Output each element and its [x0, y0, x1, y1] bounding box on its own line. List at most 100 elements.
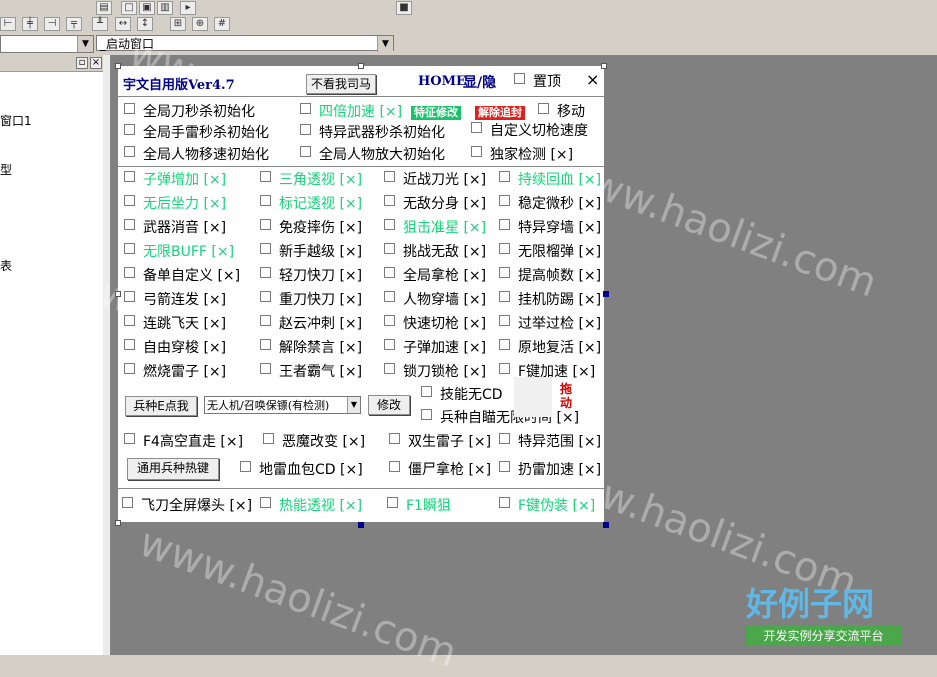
- checkbox-box[interactable]: [421, 385, 432, 397]
- checkbox-box[interactable]: [499, 338, 510, 350]
- checkbox-item[interactable]: 恶魔改变 [×]: [263, 432, 365, 450]
- checkbox-item[interactable]: 快速切枪 [×]: [384, 314, 486, 332]
- arrow-icon[interactable]: ▸: [180, 1, 196, 15]
- checkbox-item[interactable]: 弓箭连发 [×]: [124, 290, 226, 308]
- checkbox-item[interactable]: 稳定微秒 [×]: [499, 194, 601, 212]
- hotkey-button[interactable]: 通用兵种热键: [127, 458, 219, 480]
- resize-handle[interactable]: [603, 291, 609, 297]
- checkbox-box[interactable]: [124, 432, 135, 444]
- checkbox-box[interactable]: [122, 496, 133, 508]
- checkbox-box[interactable]: [124, 266, 135, 278]
- checkbox-box[interactable]: [300, 145, 311, 157]
- checkbox-box[interactable]: [260, 362, 271, 374]
- checkbox-box[interactable]: [124, 338, 135, 350]
- close-icon[interactable]: ×: [90, 57, 102, 69]
- resize-handle[interactable]: [358, 522, 364, 528]
- resize-handle[interactable]: [115, 291, 121, 297]
- checkbox-box[interactable]: [124, 170, 135, 182]
- checkbox-box[interactable]: [260, 242, 271, 254]
- checkbox-item[interactable]: 特异范围 [×]: [499, 432, 601, 450]
- checkbox-item[interactable]: 自由穿梭 [×]: [124, 338, 226, 356]
- checkbox-item[interactable]: 特异穿墙 [×]: [499, 218, 601, 236]
- checkbox-item[interactable]: 锁刀锁枪 [×]: [384, 362, 486, 380]
- center-icon[interactable]: ⊕: [192, 17, 208, 31]
- checkbox-item[interactable]: 特异武器秒杀初始化: [300, 123, 445, 141]
- resize-handle[interactable]: [115, 63, 121, 69]
- resize-handle[interactable]: [358, 63, 364, 69]
- checkbox-box[interactable]: [471, 121, 482, 133]
- feature-edit-badge[interactable]: 特征修改: [411, 106, 461, 120]
- unit-combo[interactable]: 无人机/召唤保镖(有检测) ▼: [204, 396, 361, 414]
- checkbox-box[interactable]: [263, 432, 274, 444]
- checkbox-item[interactable]: 热能透视 [×]: [260, 496, 362, 514]
- tree-item[interactable]: 表: [0, 257, 12, 274]
- align-right-icon[interactable]: ⊣: [44, 17, 60, 31]
- checkbox-box[interactable]: [124, 218, 135, 230]
- find-unit-button[interactable]: 兵种E点我: [125, 396, 197, 416]
- checkbox-item[interactable]: 狙击准星 [×]: [384, 218, 486, 236]
- checkbox-item[interactable]: 三角透视 [×]: [260, 170, 362, 188]
- checkbox-item[interactable]: 无限BUFF [×]: [124, 242, 234, 260]
- space-horizontal-icon[interactable]: ╤: [66, 17, 82, 31]
- checkbox-item[interactable]: 技能无CD: [421, 385, 503, 403]
- checkbox-item[interactable]: 人物穿墙 [×]: [384, 290, 486, 308]
- frame-icon[interactable]: ▣: [139, 1, 155, 15]
- resize-handle[interactable]: [115, 520, 121, 526]
- checkbox-item[interactable]: 全局拿枪 [×]: [384, 266, 486, 284]
- checkbox-item[interactable]: 武器消音 [×]: [124, 218, 226, 236]
- tree-item[interactable]: 型: [0, 161, 12, 178]
- checkbox-item[interactable]: 轻刀快刀 [×]: [260, 266, 362, 284]
- checkbox-item[interactable]: 原地复活 [×]: [499, 338, 601, 356]
- checkbox-box[interactable]: [389, 460, 400, 472]
- resize-handle[interactable]: [603, 522, 609, 528]
- checkbox-box[interactable]: [124, 102, 135, 114]
- object-select[interactable]: ▼: [0, 35, 94, 53]
- checkbox-box[interactable]: [384, 314, 395, 326]
- checkbox-item[interactable]: F4高空直走 [×]: [124, 432, 243, 450]
- checkbox-item[interactable]: 全局手雷秒杀初始化: [124, 123, 269, 141]
- chevron-down-icon[interactable]: ▼: [377, 36, 393, 52]
- checkbox-box[interactable]: [260, 338, 271, 350]
- align-left-icon[interactable]: ⊢: [0, 17, 16, 31]
- checkbox-item[interactable]: 扔雷加速 [×]: [499, 460, 601, 478]
- checkbox-box[interactable]: [387, 496, 398, 508]
- tree-item[interactable]: 窗口1: [0, 112, 32, 129]
- checkbox-item[interactable]: 新手越级 [×]: [260, 242, 362, 260]
- checkbox-box[interactable]: [240, 460, 251, 472]
- checkbox-item[interactable]: 赵云冲刺 [×]: [260, 314, 362, 332]
- checkbox-box[interactable]: [300, 123, 311, 135]
- checkbox-box[interactable]: [260, 194, 271, 206]
- checkbox-item[interactable]: 飞刀全屏爆头 [×]: [122, 496, 252, 514]
- close-icon[interactable]: ×: [586, 70, 599, 89]
- checkbox-box[interactable]: [300, 102, 311, 114]
- checkbox-item[interactable]: 无后坐力 [×]: [124, 194, 226, 212]
- checkbox-item[interactable]: 备单自定义 [×]: [124, 266, 240, 284]
- checkbox-box[interactable]: [260, 170, 271, 182]
- checkbox-box[interactable]: [499, 170, 510, 182]
- checkbox-item[interactable]: 子弹增加 [×]: [124, 170, 226, 188]
- untrack-badge[interactable]: 解除追封: [475, 106, 525, 120]
- checkbox-box[interactable]: [499, 362, 510, 374]
- checkbox-box[interactable]: [384, 242, 395, 254]
- checkbox-item[interactable]: 自定义切枪速度: [471, 121, 588, 139]
- checkbox-item[interactable]: 重刀快刀 [×]: [260, 290, 362, 308]
- checkbox-item[interactable]: 免疫摔伤 [×]: [260, 218, 362, 236]
- checkbox-item[interactable]: 独家检测 [×]: [471, 145, 573, 163]
- checkbox-box[interactable]: [260, 496, 271, 508]
- checkbox-box[interactable]: [499, 266, 510, 278]
- checkbox-box[interactable]: [124, 314, 135, 326]
- pin-icon[interactable]: ▫: [76, 57, 88, 69]
- splitter[interactable]: [103, 55, 111, 655]
- show-hide-toggle[interactable]: 显/隐: [463, 72, 496, 92]
- checkbox-box[interactable]: [124, 194, 135, 206]
- checkbox-item[interactable]: 双生雷子 [×]: [389, 432, 491, 450]
- resize-handle[interactable]: [601, 63, 607, 69]
- save-icon[interactable]: ■: [396, 1, 412, 15]
- checkbox-box[interactable]: [124, 290, 135, 302]
- checkbox-item[interactable]: 连跳飞天 [×]: [124, 314, 226, 332]
- checkbox-item[interactable]: 移动: [538, 102, 585, 120]
- checkbox-item[interactable]: 提高帧数 [×]: [499, 266, 601, 284]
- checkbox-box[interactable]: [499, 194, 510, 206]
- checkbox-box[interactable]: [260, 290, 271, 302]
- chevron-down-icon[interactable]: ▼: [77, 36, 93, 52]
